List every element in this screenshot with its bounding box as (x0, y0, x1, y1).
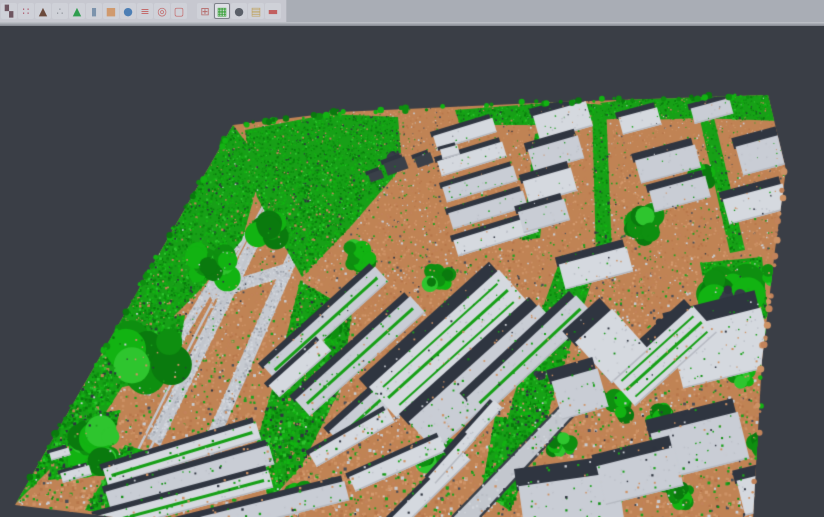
blue-column-icon[interactable]: ▮ (86, 3, 102, 19)
grid-icon[interactable]: ⊞ (197, 3, 213, 19)
measure-area-icon[interactable]: ▤ (248, 3, 264, 19)
classify-points-icon[interactable]: ∷ (18, 3, 34, 19)
orange-square-icon[interactable]: ■ (103, 3, 119, 19)
classification-palette-icon[interactable]: ▦ (214, 3, 230, 19)
red-flag-icon[interactable]: ▬ (265, 3, 281, 19)
profile-lines-icon[interactable]: ≡ (137, 3, 153, 19)
toolbar-icon-panel: ▚∷▲∴▲▮■●≡◎▢⊞▦●▤▬ (0, 0, 287, 22)
viewport-3d (0, 26, 824, 517)
sparse-points-icon[interactable]: ∴ (52, 3, 68, 19)
pointcloud-canvas[interactable] (0, 26, 824, 517)
circle-target-icon[interactable]: ◎ (154, 3, 170, 19)
sphere-icon[interactable]: ● (231, 3, 247, 19)
top-toolbar: ▚∷▲∴▲▮■●≡◎▢⊞▦●▤▬ (0, 0, 824, 22)
selection-box-icon[interactable]: ▢ (171, 3, 187, 19)
globe-icon[interactable]: ● (120, 3, 136, 19)
toolbar-separator (188, 3, 197, 19)
dark-points-icon[interactable]: ▚ (1, 3, 17, 19)
brown-mound-icon[interactable]: ▲ (35, 3, 51, 19)
green-hill-icon[interactable]: ▲ (69, 3, 85, 19)
